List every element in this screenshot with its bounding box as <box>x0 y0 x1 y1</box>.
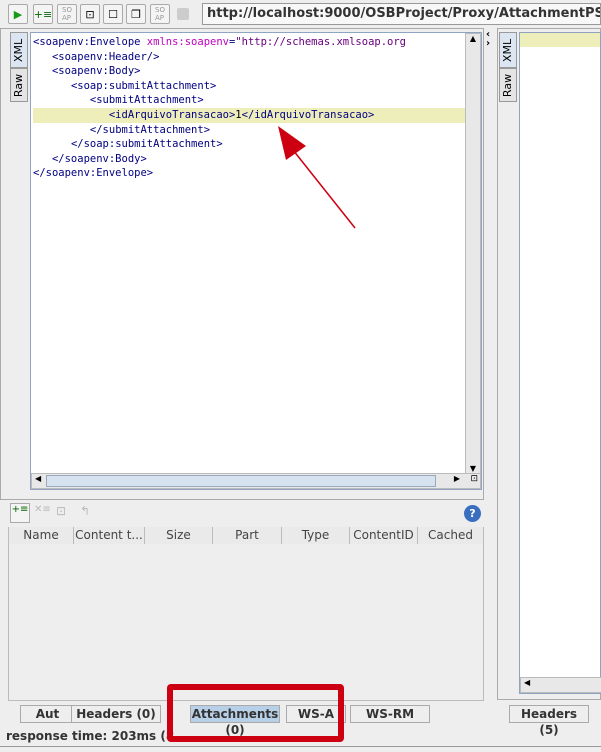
arrow-head <box>278 126 306 160</box>
arrow-annotation <box>278 126 356 229</box>
arrow-line <box>292 149 356 229</box>
